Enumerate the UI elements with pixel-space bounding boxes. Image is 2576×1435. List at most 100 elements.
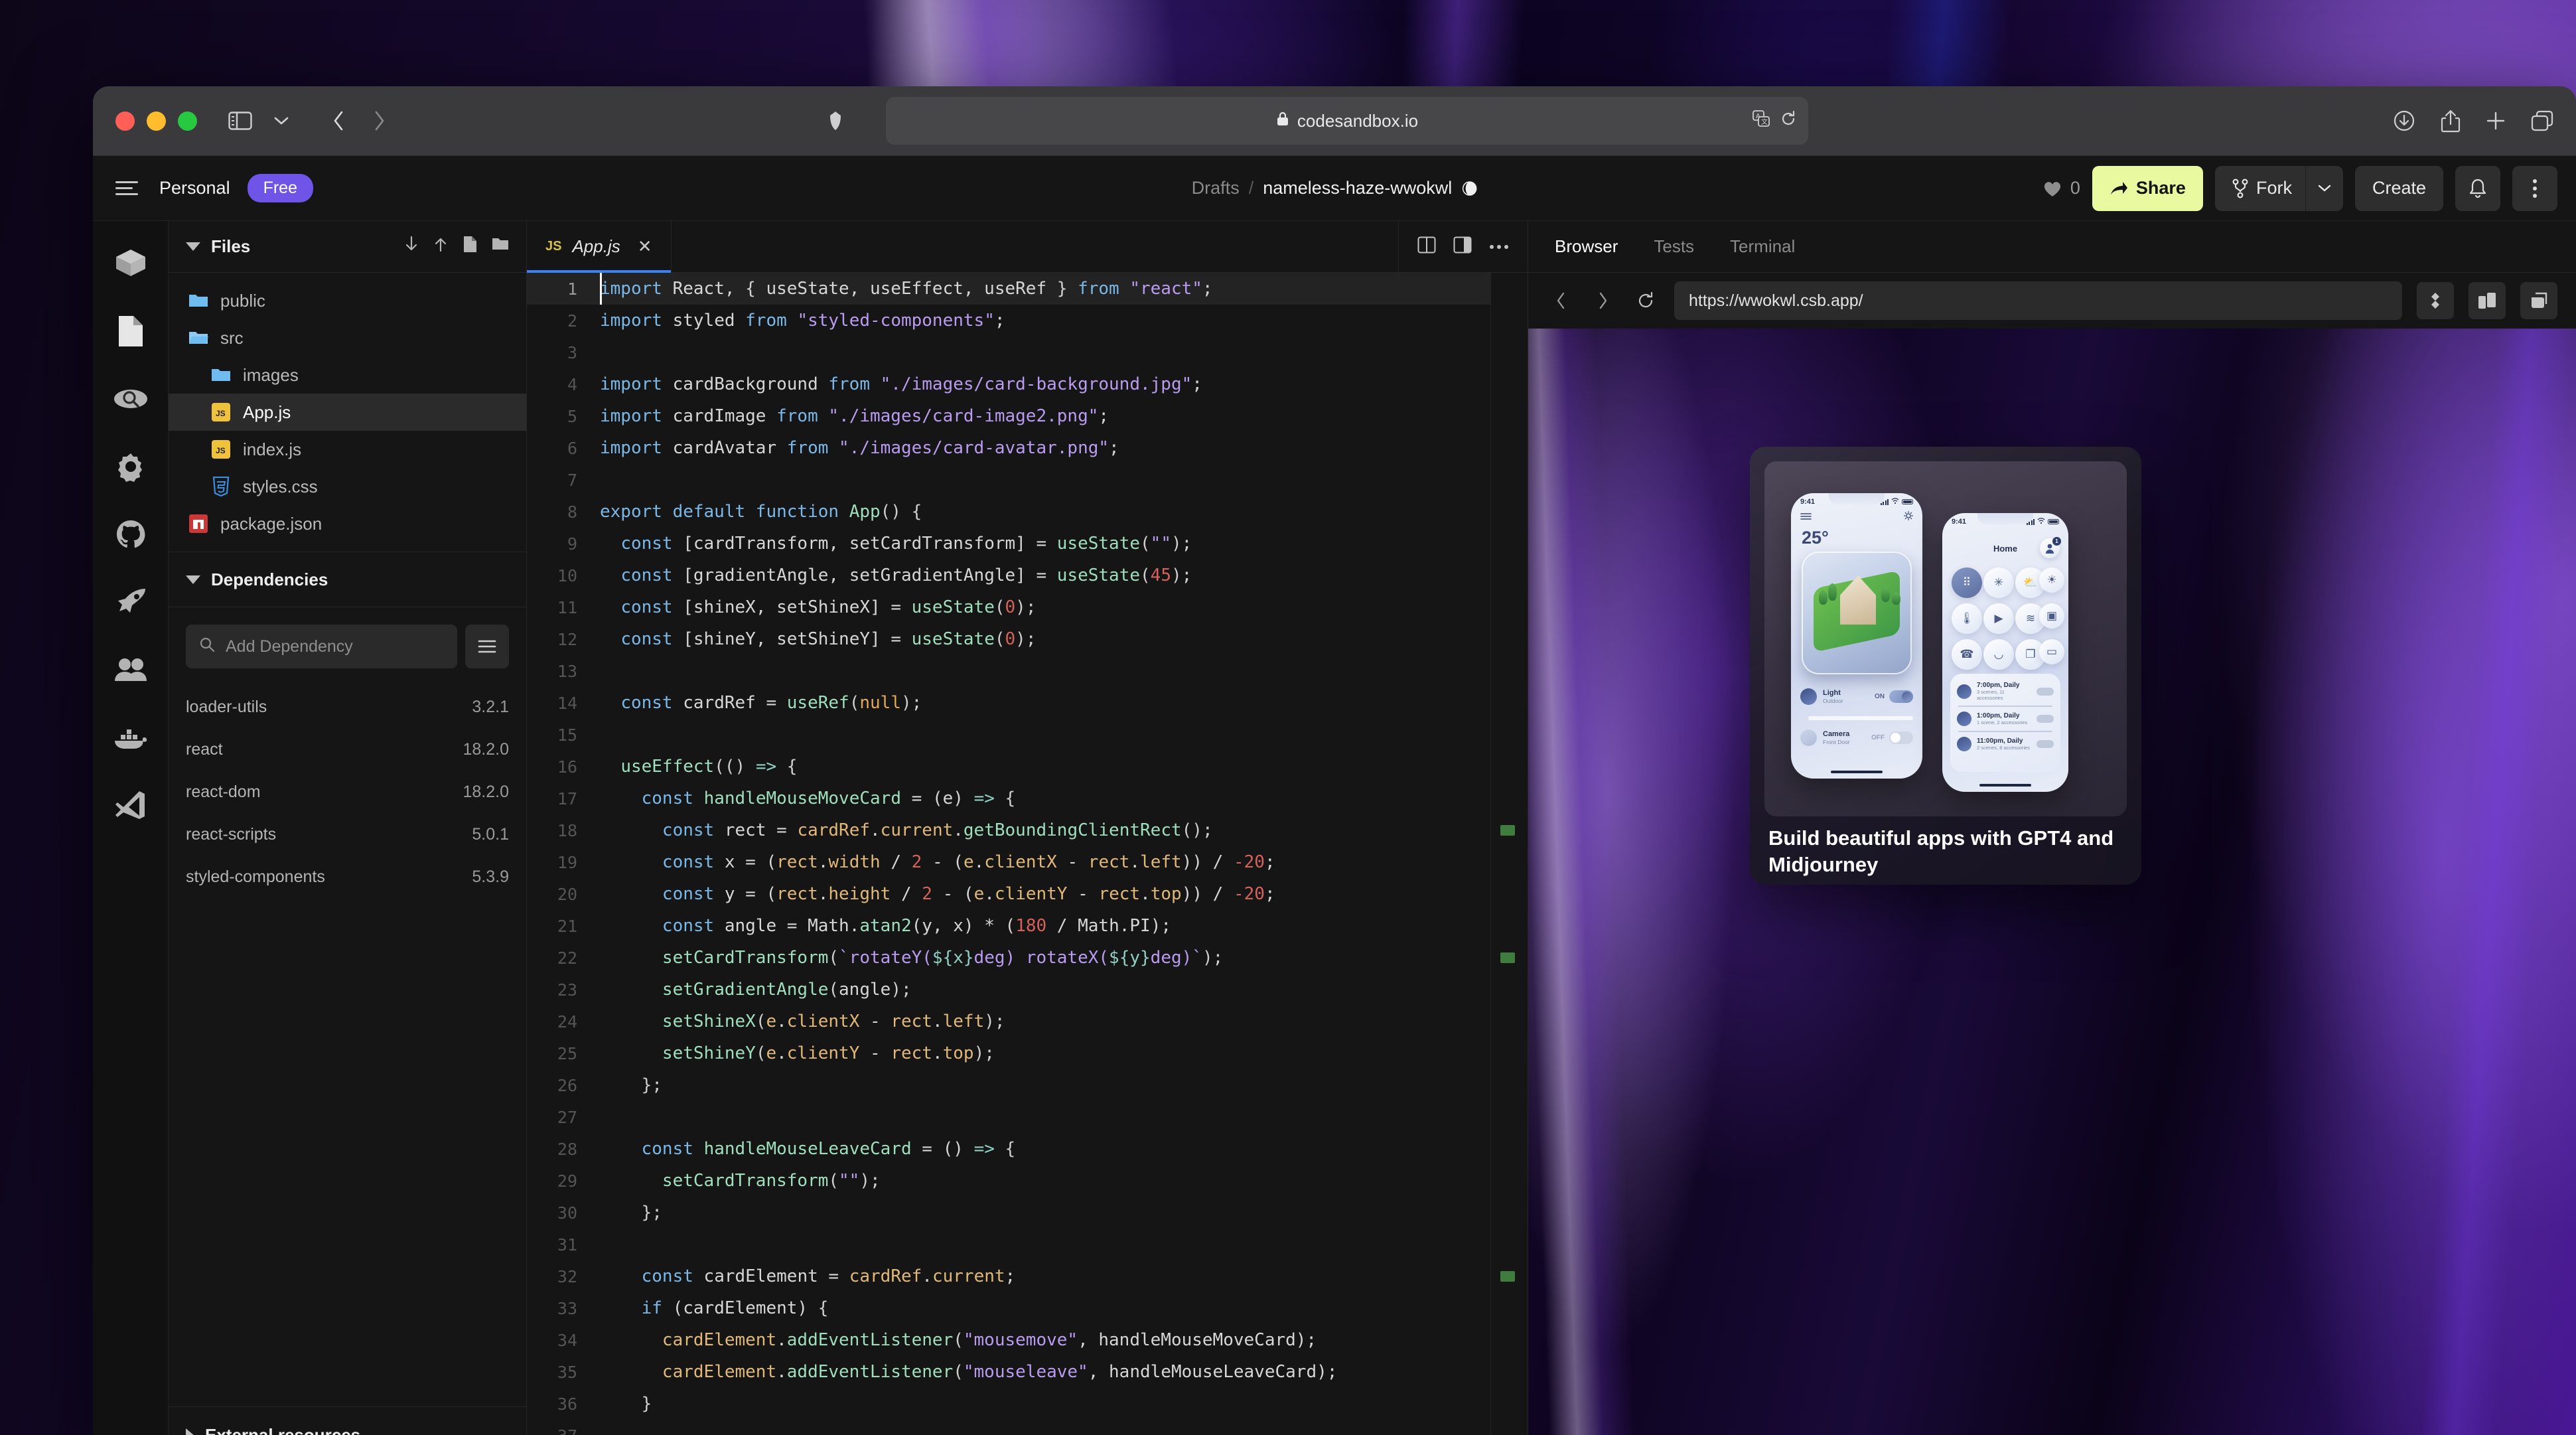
chevron-down-icon[interactable] [186,242,200,251]
translate-icon[interactable]: A文 [1753,110,1770,132]
preview-viewport[interactable]: 9:41 25° Light Outdoor ON Camera Front D… [1528,329,2576,1435]
close-window-button[interactable] [115,111,135,131]
line-number: 28 [557,1139,577,1159]
row-state: ON [1875,693,1885,700]
phone2-statusbar: 9:41 [1942,516,2068,527]
more-options-icon[interactable] [2512,165,2557,211]
external-resources-header[interactable]: External resources [169,1406,526,1435]
code-area[interactable]: 1 import React, { useState, useEffect, us… [527,273,1528,1435]
preview-forward-icon[interactable] [1589,292,1617,309]
search-icon[interactable] [112,380,149,417]
minimize-window-button[interactable] [147,111,166,131]
dependency-row[interactable]: react-scripts 5.0.1 [169,813,526,856]
close-icon[interactable]: ✕ [638,236,652,257]
maximize-window-button[interactable] [178,111,197,131]
tab-overview-icon[interactable] [2531,110,2553,131]
sidebar-toggle-icon[interactable] [220,100,261,141]
privacy-shield-icon[interactable] [815,100,856,141]
course-card[interactable]: 9:41 25° Light Outdoor ON Camera Front D… [1750,447,2141,885]
dependency-list-button[interactable] [465,625,509,668]
github-icon[interactable] [112,516,149,553]
code-line-text: setGradientAngle(angle); [662,980,912,1000]
back-chevron-icon[interactable] [318,100,359,141]
external-resources-title: External resources [205,1425,361,1435]
new-file-icon[interactable] [463,236,477,258]
code-line: 20 const y = (rect.height / 2 - (e.clien… [527,878,1528,910]
file-tree-item-src[interactable]: src [169,319,526,356]
file-tree-item-package-json[interactable]: package.json [169,505,526,542]
camera-icon [1800,729,1817,746]
add-dependency-input[interactable]: Add Dependency [186,625,457,668]
notifications-bell-icon[interactable] [2455,165,2500,211]
people-icon[interactable] [112,651,149,688]
dependency-row[interactable]: react-dom 18.2.0 [169,771,526,813]
share-icon[interactable] [2441,109,2461,133]
dependency-row[interactable]: loader-utils 3.2.1 [169,686,526,728]
workspace-name[interactable]: Personal [159,178,230,198]
chevron-right-icon[interactable] [186,1428,194,1435]
file-icon[interactable] [112,313,149,350]
code-line-text: import cardImage from "./images/card-ima… [600,406,1109,426]
forward-chevron-icon[interactable] [359,100,400,141]
line-number: 33 [557,1298,577,1318]
line-number: 27 [557,1107,577,1127]
minimap[interactable] [1490,273,1528,1435]
breadcrumb-current[interactable]: nameless-haze-wwokwl [1263,178,1452,198]
reload-icon[interactable] [1780,110,1796,132]
upload-icon[interactable] [433,236,448,258]
vscode-icon[interactable] [112,787,149,824]
new-folder-icon[interactable] [492,236,509,258]
responsive-icon[interactable] [2417,282,2454,319]
line-number: 32 [557,1266,577,1286]
file-tree-item-index-js[interactable]: JS index.js [169,431,526,468]
preview-tab-browser[interactable]: Browser [1555,236,1618,257]
split-pane-icon[interactable] [1417,236,1436,257]
popout-icon[interactable] [2520,282,2557,319]
preview-back-icon[interactable] [1547,292,1575,309]
code-line: 15 [527,719,1528,751]
create-button[interactable]: Create [2354,165,2443,211]
line-number: 24 [557,1012,577,1031]
address-bar-text: codesandbox.io [1297,110,1419,131]
dependency-row[interactable]: styled-components 5.3.9 [169,856,526,898]
chevron-down-icon[interactable] [186,575,200,584]
light-icon [1800,688,1817,705]
file-tree-item-images[interactable]: images [169,356,526,394]
dependencies-panel-header[interactable]: Dependencies [169,552,526,607]
device-preview-icon[interactable] [2469,282,2506,319]
downloads-icon[interactable] [2393,110,2415,132]
line-number: 31 [557,1235,577,1254]
preview-tabs: Browser Tests Terminal [1528,221,2576,273]
docker-icon[interactable] [112,719,149,756]
gear-icon[interactable] [112,448,149,485]
sandbox-cube-icon[interactable] [112,245,149,282]
download-icon[interactable] [404,236,419,258]
rocket-icon[interactable] [112,583,149,621]
code-line: 24 setShineX(e.clientX - rect.left); [527,1006,1528,1037]
files-panel-header[interactable]: Files [169,221,526,273]
chevron-down-icon[interactable] [261,100,302,141]
file-tree-item-app-js[interactable]: JS App.js [169,394,526,431]
dependency-row[interactable]: react 18.2.0 [169,728,526,771]
preview-tab-terminal[interactable]: Terminal [1730,236,1795,257]
more-icon[interactable] [1489,241,1509,253]
address-bar[interactable]: codesandbox.io A文 [886,97,1808,145]
like-counter[interactable]: 0 [2042,178,2080,198]
preview-url-input[interactable]: https://wwokwl.csb.app/ [1674,281,2402,320]
fork-dropdown-button[interactable] [2305,165,2343,211]
plan-badge[interactable]: Free [247,174,313,202]
menu-icon[interactable] [115,181,142,195]
file-tree-item-public[interactable]: public [169,282,526,319]
share-button[interactable]: Share [2092,165,2203,211]
phone-icon: ☎ [1952,639,1982,670]
preview-pane-icon[interactable] [1453,236,1472,257]
file-tree-item-styles-css[interactable]: styles.css [169,468,526,505]
schedule-time: 11:00pm, Daily [1977,737,2023,745]
privacy-globe-icon[interactable] [1461,181,1477,196]
preview-tab-tests[interactable]: Tests [1654,236,1694,257]
tab-app-js[interactable]: JS App.js ✕ [527,221,672,273]
plus-icon[interactable] [2486,111,2506,131]
fork-button[interactable]: Fork [2214,165,2305,211]
breadcrumb-parent[interactable]: Drafts [1192,178,1240,198]
preview-reload-icon[interactable] [1632,292,1660,309]
